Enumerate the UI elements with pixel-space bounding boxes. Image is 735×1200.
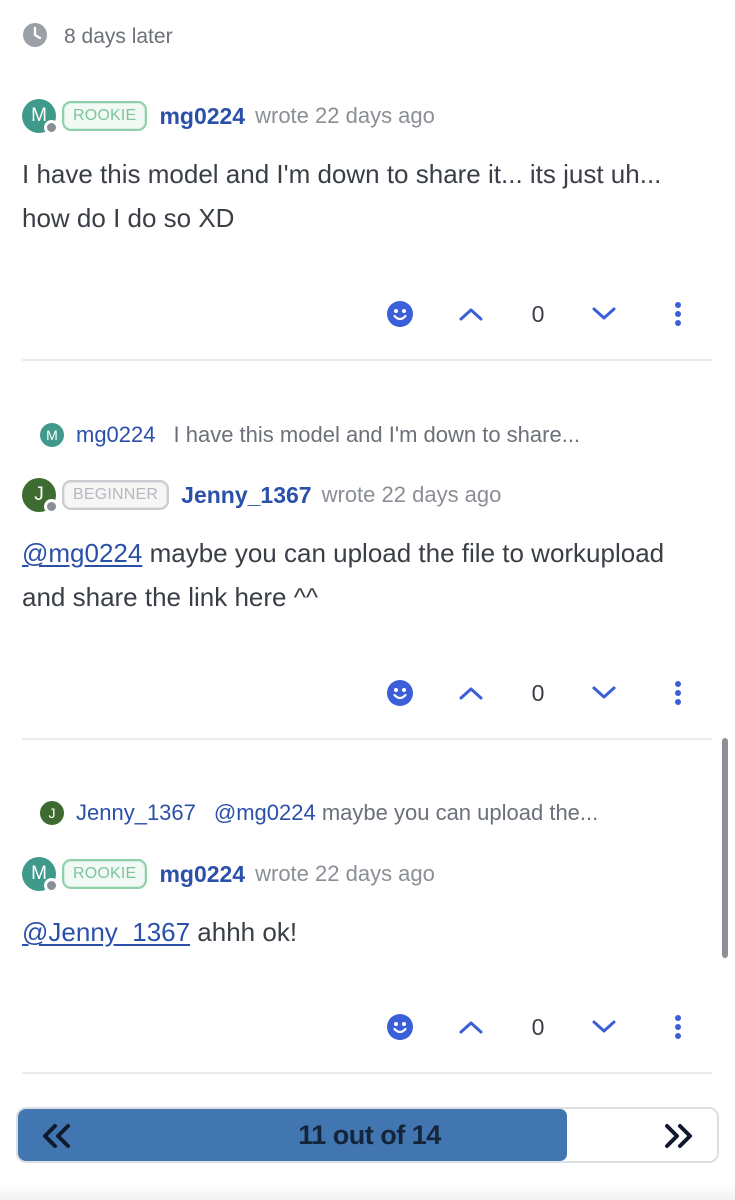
react-button[interactable] <box>384 673 416 713</box>
reply-to-avatar: J <box>40 801 64 825</box>
username-link[interactable]: mg0224 <box>159 103 245 130</box>
status-dot <box>44 878 59 893</box>
vote-count: 0 <box>531 679 545 706</box>
emoji-icon <box>387 1014 413 1040</box>
reply-to-reference[interactable]: J Jenny_1367 @mg0224 maybe you can uploa… <box>40 796 598 830</box>
reply-to-excerpt: @mg0224 maybe you can upload the... <box>213 800 599 825</box>
more-options-button[interactable] <box>668 673 688 713</box>
post-header: M ROOKIE mg0224 wrote 22 days ago <box>22 854 435 894</box>
post-body: @mg0224 maybe you can upload the file to… <box>22 531 702 619</box>
post-divider <box>22 738 712 740</box>
reply-to-username[interactable]: mg0224 <box>76 422 156 448</box>
user-rank-badge: ROOKIE <box>62 859 148 889</box>
chevron-up-icon <box>459 687 483 700</box>
more-vertical-icon <box>675 302 681 326</box>
post-actions: 0 <box>22 294 712 334</box>
post-header: J BEGINNER Jenny_1367 wrote 22 days ago <box>22 475 501 515</box>
username-link[interactable]: Jenny_1367 <box>181 482 311 509</box>
more-vertical-icon <box>675 681 681 705</box>
chevron-up-icon <box>459 308 483 321</box>
more-options-button[interactable] <box>668 294 688 334</box>
vote-count: 0 <box>531 1013 545 1040</box>
post-actions: 0 <box>22 673 712 713</box>
upvote-button[interactable] <box>455 673 487 713</box>
post: M ROOKIE mg0224 wrote 22 days ago I have… <box>22 0 712 360</box>
reply-to-excerpt: I have this model and I'm down to share.… <box>173 422 581 447</box>
upvote-button[interactable] <box>455 294 487 334</box>
user-rank-badge: ROOKIE <box>62 101 148 131</box>
mention-link[interactable]: @Jenny_1367 <box>22 917 190 947</box>
status-dot <box>44 120 59 135</box>
username-link[interactable]: mg0224 <box>159 861 245 888</box>
status-dot <box>44 499 59 514</box>
post-divider <box>22 1072 712 1074</box>
mention-link[interactable]: @mg0224 <box>22 538 142 568</box>
downvote-button[interactable] <box>589 294 619 334</box>
post-timestamp[interactable]: wrote 22 days ago <box>255 861 435 887</box>
chevron-down-icon <box>592 686 616 699</box>
chevron-down-icon <box>592 1020 616 1033</box>
reply-to-username[interactable]: Jenny_1367 <box>76 800 196 826</box>
vote-count: 0 <box>531 300 545 327</box>
double-chevron-right-icon <box>665 1124 692 1148</box>
post-timestamp[interactable]: wrote 22 days ago <box>255 103 435 129</box>
chevron-down-icon <box>592 307 616 320</box>
reply-to-reference[interactable]: M mg0224 I have this model and I'm down … <box>40 418 580 452</box>
reply-to-avatar: M <box>40 423 64 447</box>
avatar[interactable]: J <box>22 478 59 514</box>
more-vertical-icon <box>675 1015 681 1039</box>
emoji-icon <box>387 680 413 706</box>
post-actions: 0 <box>22 1007 712 1047</box>
chevron-up-icon <box>459 1021 483 1034</box>
upvote-button[interactable] <box>455 1007 487 1047</box>
avatar[interactable]: M <box>22 857 59 893</box>
react-button[interactable] <box>384 1007 416 1047</box>
post-text: I have this model and I'm down to share … <box>22 159 662 233</box>
post-body: I have this model and I'm down to share … <box>22 152 702 240</box>
emoji-icon <box>387 301 413 327</box>
bottom-fade <box>0 1184 735 1200</box>
post-text: ahhh ok! <box>190 917 298 947</box>
jump-to-last-button[interactable] <box>659 1119 699 1153</box>
avatar[interactable]: M <box>22 99 59 135</box>
downvote-button[interactable] <box>589 1007 619 1047</box>
downvote-button[interactable] <box>589 673 619 713</box>
post-body: @Jenny_1367 ahhh ok! <box>22 910 702 954</box>
more-options-button[interactable] <box>668 1007 688 1047</box>
post-divider <box>22 359 712 361</box>
post-position-label[interactable]: 11 out of 14 <box>18 1109 717 1161</box>
post-timestamp[interactable]: wrote 22 days ago <box>322 482 502 508</box>
scrollbar-thumb[interactable] <box>722 738 728 958</box>
post-navigation-bar: 11 out of 14 <box>16 1107 719 1163</box>
react-button[interactable] <box>384 294 416 334</box>
user-rank-badge: BEGINNER <box>62 480 170 510</box>
post-header: M ROOKIE mg0224 wrote 22 days ago <box>22 96 435 136</box>
